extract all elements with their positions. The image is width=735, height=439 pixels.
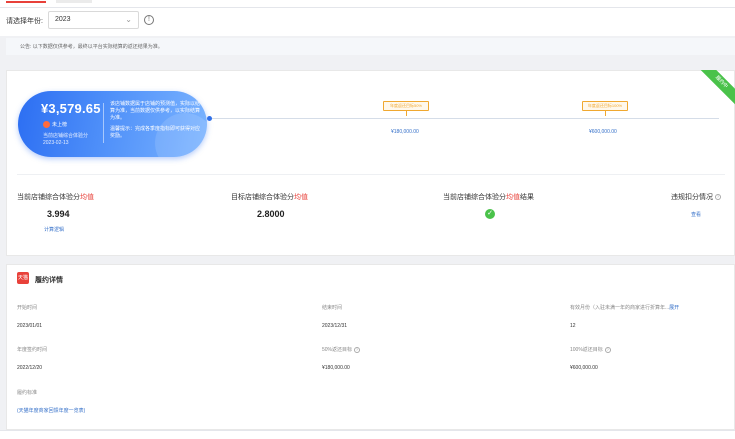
calc-logic-link[interactable]: 计算逻辑	[44, 226, 64, 233]
rank-badge: 未上榜	[43, 121, 68, 129]
sign-time-label: 年度签约时间	[17, 347, 48, 353]
detail-section-title: 履约详情	[35, 277, 63, 284]
help-icon[interactable]: ?	[354, 346, 361, 353]
help-icon[interactable]: ?	[604, 346, 611, 353]
check-icon: ✓	[485, 209, 495, 219]
tab-inactive[interactable]	[56, 0, 92, 3]
notice-text: 公告: 以下数据仅供参考，最终以平台实际结算的返还结果为准。	[20, 44, 163, 50]
tmall-icon: 天猫	[17, 272, 29, 284]
target-score-title-text: 目标店铺综合体验分	[231, 194, 294, 201]
current-score-title: 当前店铺综合体验分均值	[17, 192, 94, 202]
info-icon[interactable]: !	[144, 15, 154, 25]
notice-bar: 公告: 以下数据仅供参考，最终以平台实际结算的返还结果为准。	[6, 38, 735, 55]
milestone-100-value: ¥600,000.00	[589, 129, 617, 135]
pill-subtext: 当前店铺综合体验分 2023-02-13	[43, 133, 88, 147]
target-score-title: 目标店铺综合体验分均值	[231, 192, 308, 202]
violation-title: 违规扣分情况?	[671, 192, 721, 202]
score-result-title-em: 均值	[506, 194, 520, 201]
violation-title-text: 违规扣分情况	[671, 194, 713, 201]
pill-subtext-line2: 2023-02-13	[43, 140, 69, 146]
current-score-title-em: 均值	[80, 194, 94, 201]
pill-description-1: 该店铺数据属于店铺的预测值，实际以结算为准，当前数据仅供参考，以实际结算为准。	[110, 101, 201, 121]
start-time-label: 开始时间	[17, 305, 38, 311]
year-label: 请选择年份:	[6, 18, 43, 25]
milestone-100-tag: 年度返还目标100%	[582, 101, 628, 116]
milestone-50-label: 年度返还目标50%	[389, 103, 422, 108]
standard-label: 履约标准	[17, 390, 38, 396]
score-result-title: 当前店铺综合体验分均值结果	[443, 192, 534, 202]
milestone-stem	[406, 111, 407, 116]
milestone-stem	[605, 111, 606, 116]
return-amount-pill: ¥3,579.65 未上榜 当前店铺综合体验分 2023-02-13 该店铺数据…	[18, 91, 207, 157]
milestone-50-value: ¥180,000.00	[391, 129, 419, 135]
target-50-label-text: 50%返还目标	[322, 347, 353, 353]
status-ribbon-label: 履约中	[695, 70, 735, 110]
target-100-value: ¥600,000.00	[570, 365, 598, 371]
expand-link[interactable]: 展开	[669, 305, 679, 311]
score-result-title-text: 当前店铺综合体验分	[443, 194, 506, 201]
end-time-value: 2023/12/31	[322, 323, 348, 329]
chevron-down-icon: ⌄	[125, 15, 132, 24]
milestone-100-label: 年度返还目标100%	[587, 103, 623, 108]
valid-months-label: 有效月份（入驻未满一年的商家进行折算年...展开	[570, 304, 679, 311]
pill-description: 该店铺数据属于店铺的预测值，实际以结算为准，当前数据仅供参考，以实际结算为准。 …	[110, 101, 200, 140]
current-score-title-text: 当前店铺综合体验分	[17, 194, 80, 201]
top-tab-bar	[0, 0, 735, 8]
contract-detail-card: 天猫 履约详情 开始时间 2023/01/01 结束时间 2023/12/31 …	[6, 264, 735, 430]
target-50-value: ¥180,000.00	[322, 365, 350, 371]
status-ribbon: 履约中	[695, 70, 735, 110]
target-score-value: 2.8000	[257, 209, 285, 219]
tab-active-indicator[interactable]	[6, 0, 46, 3]
violation-view-link[interactable]: 查看	[691, 211, 701, 218]
pill-subtext-line1: 当前店铺综合体验分	[43, 133, 89, 139]
performance-card: 履约中 ¥3,579.65 未上榜 当前店铺综合体验分 2023-02-13 该…	[6, 70, 735, 256]
start-time-value: 2023/01/01	[17, 323, 43, 329]
year-select[interactable]: 2023 ⌄	[48, 11, 139, 29]
current-score-value: 3.994	[47, 209, 70, 219]
help-icon[interactable]: ?	[715, 194, 721, 201]
valid-months-label-text: 有效月份（入驻未满一年的商家进行折算年...	[570, 305, 670, 311]
milestone-50-tag: 年度返还目标50%	[383, 101, 429, 116]
end-time-label: 结束时间	[322, 305, 343, 311]
flame-icon	[43, 121, 50, 129]
progress-current-dot	[207, 116, 212, 121]
year-select-value: 2023	[55, 16, 71, 23]
pill-divider	[103, 103, 104, 143]
pill-description-2: 温馨提示：完成各季度指标即可获得对应奖励。	[110, 126, 201, 139]
target-50-label: 50%返还目标?	[322, 346, 361, 353]
footer-strip	[0, 430, 735, 439]
target-100-label-text: 100%返还目标	[570, 347, 603, 353]
rank-badge-label: 未上榜	[52, 122, 68, 128]
score-result-title-post: 结果	[520, 194, 534, 201]
return-amount: ¥3,579.65	[41, 101, 101, 116]
progress-track	[209, 118, 719, 119]
target-score-title-em: 均值	[294, 194, 308, 201]
target-100-label: 100%返还目标?	[570, 346, 611, 353]
card-divider	[17, 174, 725, 175]
standard-link[interactable]: (天猫年度商家回馈年度一览表)	[17, 407, 85, 414]
sign-time-value: 2022/12/20	[17, 365, 43, 371]
valid-months-value: 12	[570, 323, 576, 329]
